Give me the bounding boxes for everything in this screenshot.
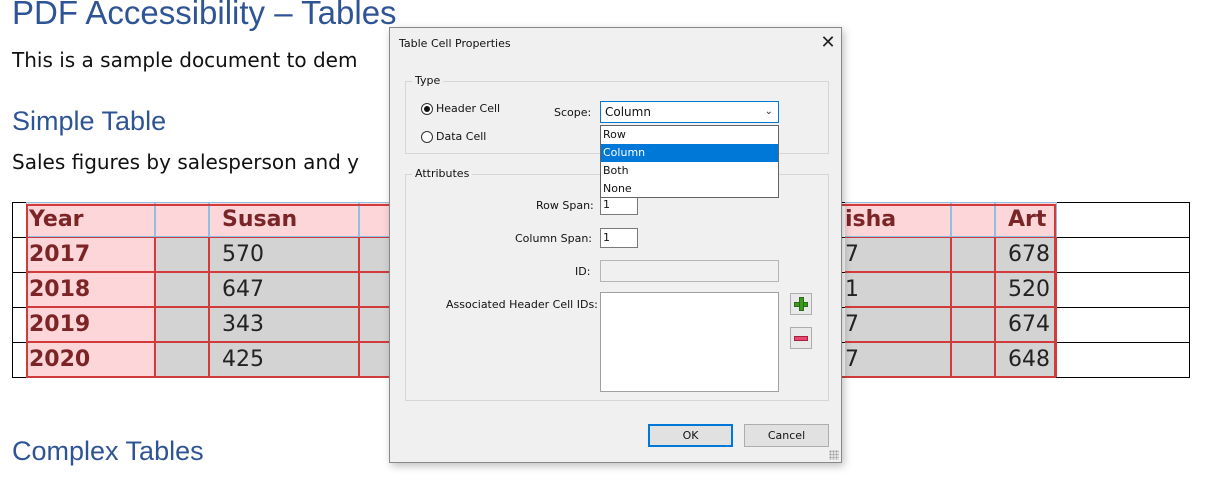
scope-option-column[interactable]: Column bbox=[601, 144, 778, 162]
header-cell-label: Header Cell bbox=[436, 102, 501, 115]
table-header-cell[interactable] bbox=[951, 202, 995, 237]
document-intro: This is a sample document to dem bbox=[12, 48, 358, 72]
close-icon[interactable]: ✕ bbox=[815, 30, 841, 56]
data-cell-radio[interactable] bbox=[421, 131, 433, 143]
table-cell[interactable] bbox=[155, 272, 209, 307]
simple-table-heading: Simple Table bbox=[12, 106, 167, 136]
dialog-title: Table Cell Properties bbox=[399, 37, 511, 50]
table-cell[interactable] bbox=[951, 342, 995, 377]
table-cell[interactable] bbox=[359, 237, 391, 272]
ok-button[interactable]: OK bbox=[648, 424, 733, 447]
simple-table-caption: Sales figures by salesperson and y bbox=[12, 150, 360, 174]
row-span-field[interactable]: 1 bbox=[600, 195, 638, 215]
table-cell[interactable] bbox=[155, 307, 209, 342]
scope-option-row[interactable]: Row bbox=[601, 126, 778, 144]
table-cell-properties-dialog: Table Cell Properties ✕ Type Header Cell… bbox=[389, 27, 842, 463]
table-header-cell[interactable]: isha bbox=[845, 202, 951, 237]
table-cell[interactable]: 7 bbox=[845, 342, 951, 377]
table-cell[interactable]: 648 bbox=[995, 342, 1057, 377]
table-cell[interactable]: 570 bbox=[209, 237, 359, 272]
type-group-label: Type bbox=[412, 74, 444, 87]
chevron-down-icon: ⌄ bbox=[764, 106, 773, 117]
table-header-cell[interactable]: Art bbox=[995, 202, 1057, 237]
scope-option-both[interactable]: Both bbox=[601, 162, 778, 180]
assoc-header-ids-list[interactable] bbox=[600, 292, 779, 392]
table-cell[interactable]: 425 bbox=[209, 342, 359, 377]
attributes-group-label: Attributes bbox=[412, 167, 473, 180]
row-span-label: Row Span: bbox=[536, 199, 594, 212]
table-cell[interactable]: 520 bbox=[995, 272, 1057, 307]
table-header-cell[interactable]: Year bbox=[26, 202, 155, 237]
table-cell[interactable] bbox=[155, 237, 209, 272]
cancel-button[interactable]: Cancel bbox=[744, 424, 829, 447]
table-cell[interactable]: 1 bbox=[845, 272, 951, 307]
scope-option-none[interactable]: None bbox=[601, 180, 778, 198]
remove-header-id-button[interactable] bbox=[790, 327, 812, 349]
table-cell[interactable]: 647 bbox=[209, 272, 359, 307]
table-row-header[interactable]: 2019 bbox=[26, 307, 155, 342]
table-cell[interactable] bbox=[359, 272, 391, 307]
column-span-label: Column Span: bbox=[515, 232, 593, 245]
table-cell[interactable]: 678 bbox=[995, 237, 1057, 272]
table-cell[interactable] bbox=[951, 237, 995, 272]
table-cell[interactable]: 674 bbox=[995, 307, 1057, 342]
table-row-header[interactable]: 2020 bbox=[26, 342, 155, 377]
document-title: PDF Accessibility – Tables bbox=[12, 0, 397, 31]
table-cell[interactable] bbox=[155, 342, 209, 377]
table-cell[interactable]: 7 bbox=[845, 237, 951, 272]
scope-dropdown-list: Row Column Both None bbox=[600, 125, 779, 198]
header-cell-radio[interactable] bbox=[421, 103, 433, 115]
column-span-field[interactable]: 1 bbox=[600, 228, 638, 248]
complex-tables-heading: Complex Tables bbox=[12, 436, 204, 466]
id-label: ID: bbox=[575, 265, 591, 278]
table-row-header[interactable]: 2018 bbox=[26, 272, 155, 307]
table-header-cell[interactable] bbox=[359, 202, 391, 237]
table-header-cell[interactable] bbox=[155, 202, 209, 237]
table-cell[interactable]: 7 bbox=[845, 307, 951, 342]
scope-select[interactable]: Column ⌄ bbox=[600, 101, 779, 123]
table-cell[interactable] bbox=[951, 272, 995, 307]
data-cell-label: Data Cell bbox=[436, 130, 487, 143]
scope-select-value: Column bbox=[605, 105, 651, 119]
add-header-id-button[interactable] bbox=[790, 293, 812, 315]
resize-grip-icon[interactable] bbox=[829, 450, 839, 460]
table-cell[interactable] bbox=[359, 307, 391, 342]
id-field[interactable] bbox=[600, 260, 779, 282]
table-header-cell[interactable]: Susan bbox=[209, 202, 359, 237]
table-cell[interactable] bbox=[951, 307, 995, 342]
assoc-header-ids-label: Associated Header Cell IDs: bbox=[446, 298, 598, 311]
table-cell[interactable]: 343 bbox=[209, 307, 359, 342]
scope-label: Scope: bbox=[554, 106, 592, 119]
table-row-header[interactable]: 2017 bbox=[26, 237, 155, 272]
table-cell[interactable] bbox=[359, 342, 391, 377]
